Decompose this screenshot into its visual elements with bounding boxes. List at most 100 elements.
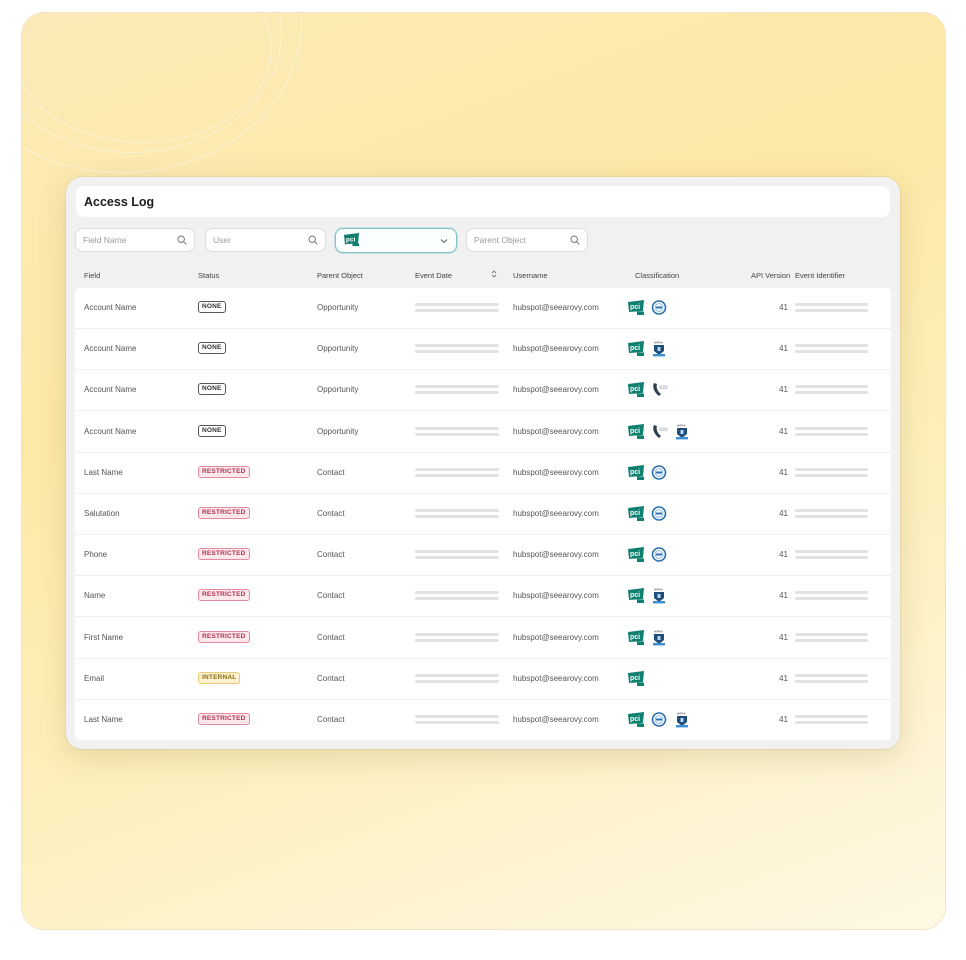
- parent-object-cell: Opportunity: [317, 344, 359, 354]
- gdpr-icon: [650, 711, 668, 728]
- user-placeholder: User: [213, 235, 231, 245]
- classification-select[interactable]: pci: [335, 228, 457, 253]
- field-cell: Last Name: [84, 715, 123, 724]
- table-row[interactable]: Last Name RESTRICTED Contact hubspot@see…: [75, 453, 891, 494]
- field-cell: Name: [84, 591, 106, 601]
- event-date-placeholder: [415, 432, 499, 436]
- event-date-placeholder: [415, 721, 499, 724]
- table-row[interactable]: Account Name NONE Opportunity hubspot@se…: [75, 329, 891, 371]
- table-header: Field Status Parent Object Event Date Us…: [75, 267, 891, 285]
- event-identifier-placeholder: [795, 721, 868, 724]
- pci-icon: pci: [627, 423, 645, 440]
- api-version-cell: 41: [779, 632, 788, 642]
- status-badge: RESTRICTED: [198, 713, 250, 725]
- table-row[interactable]: Account Name NONE Opportunity hubspot@se…: [75, 370, 891, 412]
- svg-text:pci: pci: [630, 510, 640, 517]
- svg-text:pci: pci: [346, 236, 356, 243]
- event-identifier-placeholder: [795, 556, 868, 560]
- username-cell: hubspot@seearovy.com: [513, 591, 599, 601]
- field-cell: Phone: [84, 550, 108, 560]
- event-date-placeholder: [415, 550, 499, 554]
- pci-icon: pci: [627, 381, 645, 398]
- table-row[interactable]: Email INTERNAL Contact hubspot@seearovy.…: [75, 659, 891, 700]
- parent-object-cell: Contact: [317, 715, 345, 724]
- table-row[interactable]: Account Name NONE Opportunity hubspot@se…: [75, 412, 891, 453]
- table-row[interactable]: First Name RESTRICTED Contact hubspot@se…: [75, 618, 891, 659]
- column-api-version[interactable]: API Version: [751, 271, 790, 280]
- column-event-identifier[interactable]: Event Identifier: [795, 271, 845, 280]
- status-badge: RESTRICTED: [198, 548, 250, 561]
- table-row[interactable]: Account Name NONE Opportunity hubspot@se…: [75, 288, 891, 329]
- pci-icon: pci: [344, 232, 359, 247]
- pci-icon: pci: [627, 670, 645, 687]
- event-identifier-placeholder: [795, 715, 868, 718]
- parent-object-placeholder: Parent Object: [474, 235, 526, 245]
- gdpr-icon: [650, 464, 668, 481]
- parent-object-cell: Opportunity: [317, 385, 359, 395]
- table-body: Account Name NONE Opportunity hubspot@se…: [75, 288, 891, 740]
- svg-text:pci: pci: [630, 551, 640, 558]
- parent-object-filter[interactable]: Parent Object: [466, 228, 588, 252]
- username-cell: hubspot@seearovy.com: [513, 344, 599, 354]
- field-cell: Email: [84, 673, 105, 683]
- status-badge: RESTRICTED: [198, 589, 250, 602]
- event-date-placeholder: [415, 385, 499, 389]
- event-date-placeholder: [415, 591, 499, 595]
- api-version-cell: 41: [779, 344, 788, 354]
- event-identifier-placeholder: [795, 638, 868, 642]
- table-row[interactable]: Salutation RESTRICTED Contact hubspot@se…: [75, 494, 891, 535]
- search-icon: [177, 235, 187, 245]
- ccpa-icon: [650, 381, 668, 398]
- event-date-placeholder: [415, 679, 499, 683]
- status-badge: RESTRICTED: [198, 465, 250, 478]
- event-date-placeholder: [415, 673, 499, 677]
- column-status[interactable]: Status: [198, 271, 219, 280]
- event-date-placeholder: [415, 309, 499, 312]
- svg-text:pci: pci: [630, 675, 640, 682]
- column-parent-object[interactable]: Parent Object: [317, 271, 363, 280]
- event-date-placeholder: [415, 597, 499, 601]
- event-date-placeholder: [415, 473, 499, 477]
- field-cell: First Name: [84, 632, 124, 642]
- event-identifier-placeholder: [795, 385, 868, 389]
- column-event-date[interactable]: Event Date: [415, 271, 452, 280]
- pci-icon: pci: [627, 711, 645, 728]
- event-identifier-placeholder: [795, 597, 868, 601]
- event-date-placeholder: [415, 715, 499, 718]
- field-cell: Salutation: [84, 509, 120, 518]
- status-badge: NONE: [198, 301, 226, 313]
- user-filter[interactable]: User: [205, 228, 326, 252]
- event-identifier-placeholder: [795, 391, 868, 395]
- access-log-window: Access Log Field Name User pci Parent Ob…: [66, 177, 900, 749]
- api-version-cell: 41: [779, 673, 788, 683]
- username-cell: hubspot@seearovy.com: [513, 509, 599, 518]
- pci-icon: pci: [627, 546, 645, 563]
- username-cell: hubspot@seearovy.com: [513, 550, 599, 560]
- event-identifier-placeholder: [795, 679, 868, 683]
- status-badge: NONE: [198, 342, 226, 355]
- parent-object-cell: Contact: [317, 591, 345, 601]
- column-classification[interactable]: Classification: [635, 271, 679, 280]
- table-row[interactable]: Last Name RESTRICTED Contact hubspot@see…: [75, 700, 891, 740]
- event-date-placeholder: [415, 632, 499, 636]
- table-row[interactable]: Phone RESTRICTED Contact hubspot@seearov…: [75, 535, 891, 577]
- event-date-placeholder: [415, 426, 499, 430]
- event-identifier-placeholder: [795, 344, 868, 348]
- gdpr-icon: [650, 505, 668, 522]
- table-row[interactable]: Name RESTRICTED Contact hubspot@seearovy…: [75, 576, 891, 618]
- parent-object-cell: Contact: [317, 673, 345, 683]
- field-name-filter[interactable]: Field Name: [75, 228, 195, 252]
- column-field[interactable]: Field: [84, 271, 100, 280]
- sort-icon[interactable]: [490, 269, 498, 279]
- event-date-placeholder: [415, 350, 499, 354]
- chevron-down-icon: [440, 238, 448, 243]
- api-version-cell: 41: [779, 715, 788, 724]
- event-identifier-placeholder: [795, 673, 868, 677]
- parent-object-cell: Contact: [317, 509, 345, 518]
- column-username[interactable]: Username: [513, 271, 548, 280]
- event-date-placeholder: [415, 303, 499, 306]
- parent-object-cell: Contact: [317, 550, 345, 560]
- classification-selected: pci: [343, 232, 439, 249]
- status-badge: RESTRICTED: [198, 630, 250, 643]
- status-badge: INTERNAL: [198, 671, 241, 684]
